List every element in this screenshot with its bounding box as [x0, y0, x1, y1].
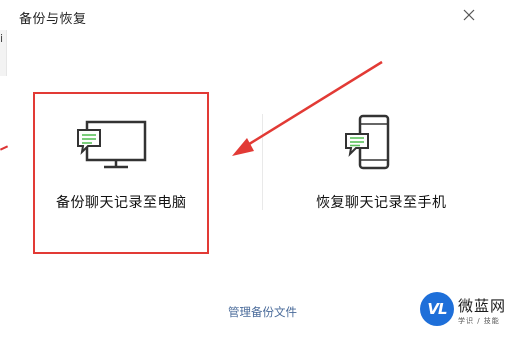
- option-divider: [262, 114, 263, 210]
- restore-to-phone-label: 恢复聊天记录至手机: [316, 195, 447, 211]
- backup-to-pc-label: 备份聊天记录至电脑: [56, 195, 187, 211]
- background-window-text: i: [0, 32, 4, 45]
- backup-restore-dialog: 备份与恢复 i 备份聊天记录至电脑 恢复聊天记录至手机 管理备份文件 VL 微蓝…: [0, 0, 518, 350]
- close-icon: [463, 9, 475, 21]
- watermark-logo: VL: [420, 292, 454, 326]
- phone-chat-icon: [345, 114, 390, 170]
- watermark-tagline: 学识 / 技能: [458, 317, 500, 325]
- watermark: VL 微蓝网 学识 / 技能: [420, 292, 516, 332]
- manage-backup-files-link[interactable]: 管理备份文件: [228, 304, 297, 320]
- background-red-mark: [0, 145, 9, 151]
- monitor-chat-icon: [77, 120, 147, 169]
- dialog-title: 备份与恢复: [19, 12, 87, 27]
- backup-to-pc-option[interactable]: 备份聊天记录至电脑: [36, 94, 210, 254]
- watermark-brand: 微蓝网: [458, 297, 507, 315]
- title-bar: 备份与恢复: [0, 0, 518, 38]
- close-button[interactable]: [458, 4, 480, 26]
- restore-to-phone-option[interactable]: 恢复聊天记录至手机: [296, 94, 466, 254]
